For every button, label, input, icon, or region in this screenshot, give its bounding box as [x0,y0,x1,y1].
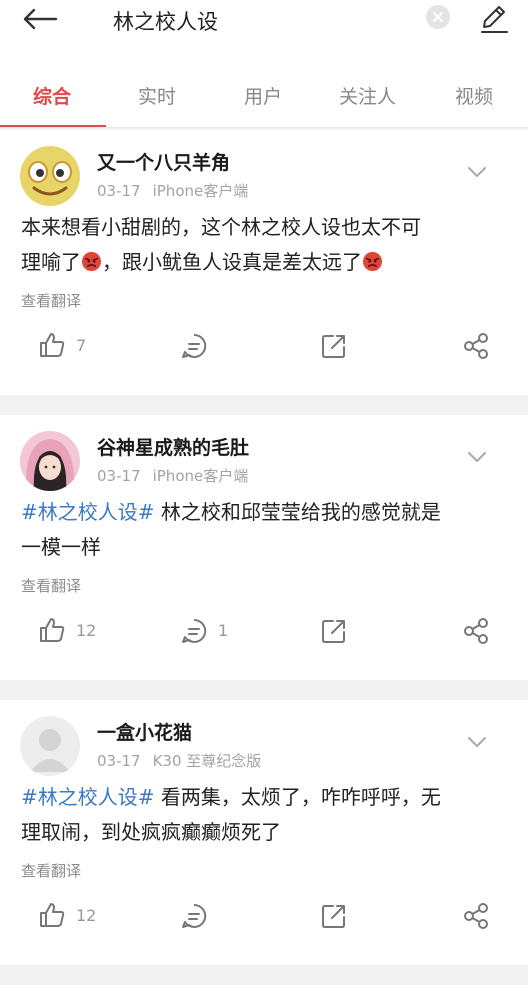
like-count: 12 [76,906,97,925]
comment-button[interactable] [180,328,240,364]
share-button[interactable] [462,613,492,649]
post-text: #林之校人设# 看两集，太烦了，咋咋呼呼，无 理取闹，到处疯疯癫癫烦死了 [21,780,511,850]
post-meta: 03-17 iPhone客户端 [97,180,248,201]
clear-icon[interactable] [426,5,450,29]
comment-icon [182,903,207,928]
comment-button[interactable] [180,898,240,934]
translate-link[interactable]: 查看翻译 [21,860,81,881]
post-source: iPhone客户端 [152,467,249,485]
post-text-line: 看两集，太烦了，咋咋呼呼，无 [154,785,441,809]
search-query[interactable]: 林之校人设 [113,6,218,36]
post-source: iPhone客户端 [152,182,249,200]
tab-all[interactable]: 综合 [33,82,71,109]
divider [0,127,528,128]
post-card[interactable]: 一盒小花猫 03-17 K30 至尊纪念版 #林之校人设# 看两集，太烦了，咋咋呼… [0,700,528,965]
post-text-line: ，跟小鱿鱼人设真是差太远了 [102,250,362,274]
username[interactable]: 又一个八只羊角 [97,148,230,175]
like-icon [40,618,65,642]
like-icon [40,333,65,357]
username[interactable]: 一盒小花猫 [97,718,192,745]
tab-following[interactable]: 关注人 [339,82,396,109]
post-actions: 7 [0,328,528,364]
share-icon [322,620,345,643]
share-button[interactable] [462,898,492,934]
repost-button[interactable] [320,328,350,364]
like-icon [40,903,65,927]
filter-tabs: 综合 实时 用户 关注人 视频 [0,60,528,128]
post-text-line: 一模一样 [21,535,101,559]
repost-button[interactable] [320,898,350,934]
angry-emoji-icon [81,251,102,272]
post-source: K30 至尊纪念版 [152,752,262,770]
post-text-line: 本来想看小甜剧的，这个林之校人设也太不可 [21,215,421,239]
comment-icon [182,333,207,358]
post-date: 03-17 [97,467,141,485]
post-meta: 03-17 K30 至尊纪念版 [97,750,261,771]
tab-users[interactable]: 用户 [244,82,282,109]
chevron-down-icon[interactable] [466,734,488,748]
like-button[interactable]: 7 [38,328,98,364]
repost-button[interactable] [320,613,350,649]
post-date: 03-17 [97,752,141,770]
post-text: 本来想看小甜剧的，这个林之校人设也太不可 理喻了 ，跟小鱿鱼人设真是差太远了 [21,210,511,280]
post-text: #林之校人设# 林之校和邱莹莹给我的感觉就是 一模一样 [21,495,511,565]
more-share-icon [464,618,488,644]
avatar[interactable] [20,431,80,491]
avatar[interactable] [20,716,80,776]
username[interactable]: 谷神星成熟的毛肚 [97,433,249,460]
share-icon [322,335,345,358]
post-text-line: 理取闹，到处疯疯癫癫烦死了 [21,820,281,844]
share-icon [322,905,345,928]
chevron-down-icon[interactable] [466,449,488,463]
like-count: 7 [76,336,87,355]
comment-button[interactable]: 1 [180,613,240,649]
post-text-line: 理喻了 [21,250,81,274]
post-card[interactable]: 谷神星成熟的毛肚 03-17 iPhone客户端 #林之校人设# 林之校和邱莹莹给… [0,415,528,680]
like-button[interactable]: 12 [38,898,98,934]
chevron-down-icon[interactable] [466,164,488,178]
post-card[interactable]: 又一个八只羊角 03-17 iPhone客户端 本来想看小甜剧的，这个林之校人设也… [0,130,528,395]
search-header: 林之校人设 [0,0,528,60]
comment-icon [182,618,207,643]
share-button[interactable] [462,328,492,364]
post-meta: 03-17 iPhone客户端 [97,465,248,486]
post-card[interactable] [0,985,528,1000]
post-date: 03-17 [97,182,141,200]
back-arrow-icon[interactable] [22,8,62,30]
tab-video[interactable]: 视频 [455,82,493,109]
translate-link[interactable]: 查看翻译 [21,575,81,596]
more-share-icon [464,903,488,929]
like-button[interactable]: 12 [38,613,98,649]
angry-emoji-icon [362,251,383,272]
avatar[interactable] [20,146,80,206]
post-actions: 12 1 [0,613,528,649]
translate-link[interactable]: 查看翻译 [21,290,81,311]
post-actions: 12 [0,898,528,934]
more-share-icon [464,333,488,359]
comment-count: 1 [218,621,229,640]
like-count: 12 [76,621,97,640]
tab-realtime[interactable]: 实时 [138,82,176,109]
post-text-line: 林之校和邱莹莹给我的感觉就是 [154,500,441,524]
hashtag-link[interactable]: #林之校人设# [21,785,155,809]
hashtag-link[interactable]: #林之校人设# [21,500,155,524]
edit-icon[interactable] [478,3,510,35]
